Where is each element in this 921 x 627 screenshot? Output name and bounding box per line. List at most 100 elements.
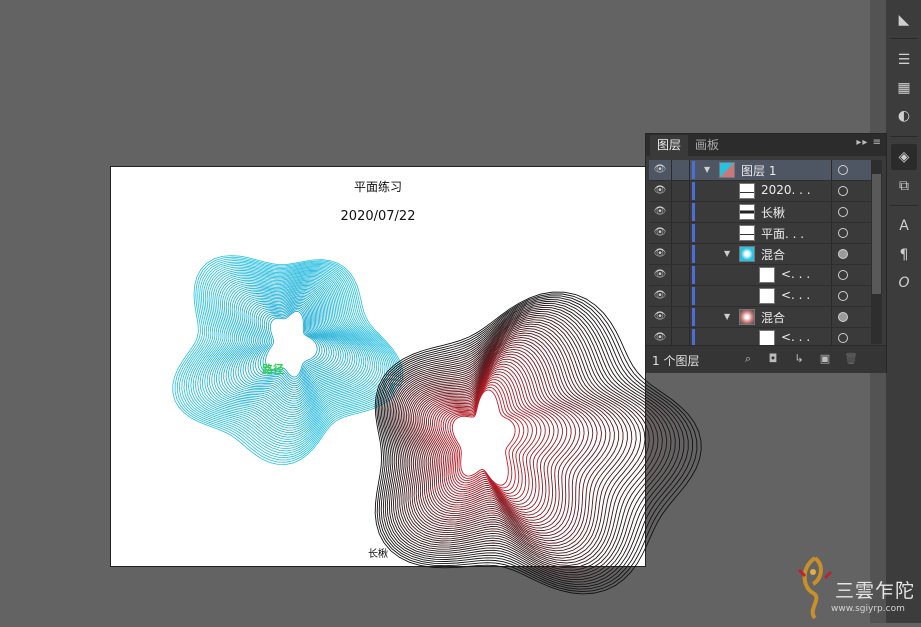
layer-thumbnail	[759, 330, 775, 346]
blue-blend-object[interactable]	[172, 255, 404, 465]
layer-row[interactable]: 👁 平面. . .	[649, 223, 871, 244]
target-circle-icon[interactable]	[838, 165, 848, 175]
layer-name[interactable]: 平面. . .	[761, 225, 804, 242]
expand-triangle-icon[interactable]: ▼	[724, 249, 734, 259]
layer-thumbnail	[759, 267, 775, 283]
layer-row[interactable]: 👁 ▼ 混合	[649, 244, 871, 265]
target-circle-icon[interactable]	[838, 333, 848, 343]
layer-row[interactable]: 👁 长楸	[649, 202, 871, 223]
new-sublayer-icon[interactable]: ↳	[792, 352, 806, 366]
new-layer-icon[interactable]: ▣	[818, 352, 832, 366]
column-divider	[831, 223, 832, 243]
blend-contour-line	[451, 389, 516, 486]
visibility-eye-icon[interactable]: 👁	[653, 227, 667, 239]
layer-color-bar	[692, 203, 695, 221]
visibility-eye-icon[interactable]: 👁	[653, 311, 667, 323]
layer-color-bar	[692, 224, 695, 242]
visibility-eye-icon[interactable]: 👁	[653, 185, 667, 197]
make-clipping-mask-icon[interactable]: ◘	[766, 352, 780, 366]
column-divider	[671, 160, 672, 180]
layer-thumbnail	[739, 246, 755, 262]
visibility-eye-icon[interactable]: 👁	[653, 290, 667, 302]
column-divider	[671, 265, 672, 285]
layer-color-bar	[692, 287, 695, 305]
layer-color-bar	[692, 245, 695, 263]
layer-row[interactable]: 👁 ▼ 图层 1	[649, 160, 871, 181]
layer-row[interactable]: 👁 ▼ 混合	[649, 307, 871, 328]
column-divider	[831, 160, 832, 180]
layer-row[interactable]: 👁 2020. . .	[649, 181, 871, 202]
target-circle-icon[interactable]	[838, 186, 848, 196]
visibility-eye-icon[interactable]: 👁	[653, 269, 667, 281]
panel-menu-icon[interactable]: ▸▸ ≡	[856, 137, 882, 148]
expand-triangle-icon[interactable]: ▼	[704, 165, 714, 175]
column-divider	[831, 244, 832, 264]
layer-name[interactable]: 2020. . .	[761, 183, 811, 197]
layer-count: 1 个图层	[652, 354, 700, 368]
target-circle-icon[interactable]	[838, 312, 848, 322]
layers-panel[interactable]: 图层 画板 ▸▸ ≡ 👁 ▼ 图层 1 👁 2020. . . 👁 长楸 👁 平面. . . 👁 ▼…	[645, 133, 887, 373]
column-divider	[671, 286, 672, 306]
layer-name[interactable]: 混合	[761, 309, 785, 326]
layer-thumbnail	[739, 204, 755, 220]
layer-name[interactable]: 长楸	[761, 204, 785, 221]
layer-color-bar	[692, 182, 695, 200]
target-circle-icon[interactable]	[838, 228, 848, 238]
layer-name[interactable]: 图层 1	[741, 162, 776, 179]
layer-row[interactable]: 👁 <. . .	[649, 265, 871, 286]
panel-footer: 1 个图层 ⌕ ◘ ↳ ▣ 🗑	[646, 345, 886, 373]
column-divider	[671, 181, 672, 201]
visibility-eye-icon[interactable]: 👁	[653, 332, 667, 344]
watermark-url: www.sgiyrp.com	[831, 604, 905, 614]
column-divider	[831, 307, 832, 327]
visibility-eye-icon[interactable]: 👁	[653, 164, 667, 176]
layer-name[interactable]: 混合	[761, 246, 785, 263]
layer-thumbnail	[739, 183, 755, 199]
tab-layers[interactable]: 图层	[650, 135, 689, 156]
layer-thumbnail	[759, 288, 775, 304]
column-divider	[671, 244, 672, 264]
column-divider	[831, 265, 832, 285]
column-divider	[831, 286, 832, 306]
column-divider	[689, 223, 690, 243]
layer-name[interactable]: <. . .	[781, 330, 810, 344]
watermark-title: 三雲乍陀	[835, 580, 916, 602]
layer-row[interactable]: 👁 <. . .	[649, 286, 871, 307]
visibility-eye-icon[interactable]: 👁	[653, 206, 667, 218]
column-divider	[831, 181, 832, 201]
column-divider	[671, 223, 672, 243]
blend-contour-line	[183, 263, 394, 454]
target-circle-icon[interactable]	[838, 291, 848, 301]
dragon-logo-icon	[797, 556, 833, 620]
column-divider	[689, 181, 690, 201]
panel-tab-bar: 图层 画板 ▸▸ ≡	[646, 134, 886, 156]
blue-blend-label: 路径	[262, 363, 284, 376]
layer-color-bar	[692, 266, 695, 284]
column-divider	[689, 286, 690, 306]
visibility-eye-icon[interactable]: 👁	[653, 248, 667, 260]
delete-layer-icon[interactable]: 🗑	[844, 352, 858, 366]
layer-thumbnail	[739, 225, 755, 241]
column-divider	[689, 202, 690, 222]
target-circle-icon[interactable]	[838, 249, 848, 259]
scrollbar-thumb[interactable]	[872, 174, 881, 294]
layer-thumbnail	[739, 309, 755, 325]
column-divider	[689, 244, 690, 264]
expand-triangle-icon[interactable]: ▼	[724, 312, 734, 322]
layer-color-bar	[692, 308, 695, 326]
column-divider	[671, 202, 672, 222]
column-divider	[831, 202, 832, 222]
layer-name[interactable]: <. . .	[781, 267, 810, 281]
column-divider	[689, 265, 690, 285]
column-divider	[689, 307, 690, 327]
layer-name[interactable]: <. . .	[781, 288, 810, 302]
layers-scrollbar[interactable]	[871, 160, 882, 344]
target-circle-icon[interactable]	[838, 207, 848, 217]
locate-object-icon[interactable]: ⌕	[741, 352, 755, 366]
column-divider	[689, 160, 690, 180]
watermark: 三雲乍陀 www.sgiyrp.com	[795, 548, 921, 623]
target-circle-icon[interactable]	[838, 270, 848, 280]
layer-thumbnail	[719, 162, 735, 178]
tab-artboards[interactable]: 画板	[688, 135, 726, 156]
layer-color-bar	[692, 161, 695, 179]
